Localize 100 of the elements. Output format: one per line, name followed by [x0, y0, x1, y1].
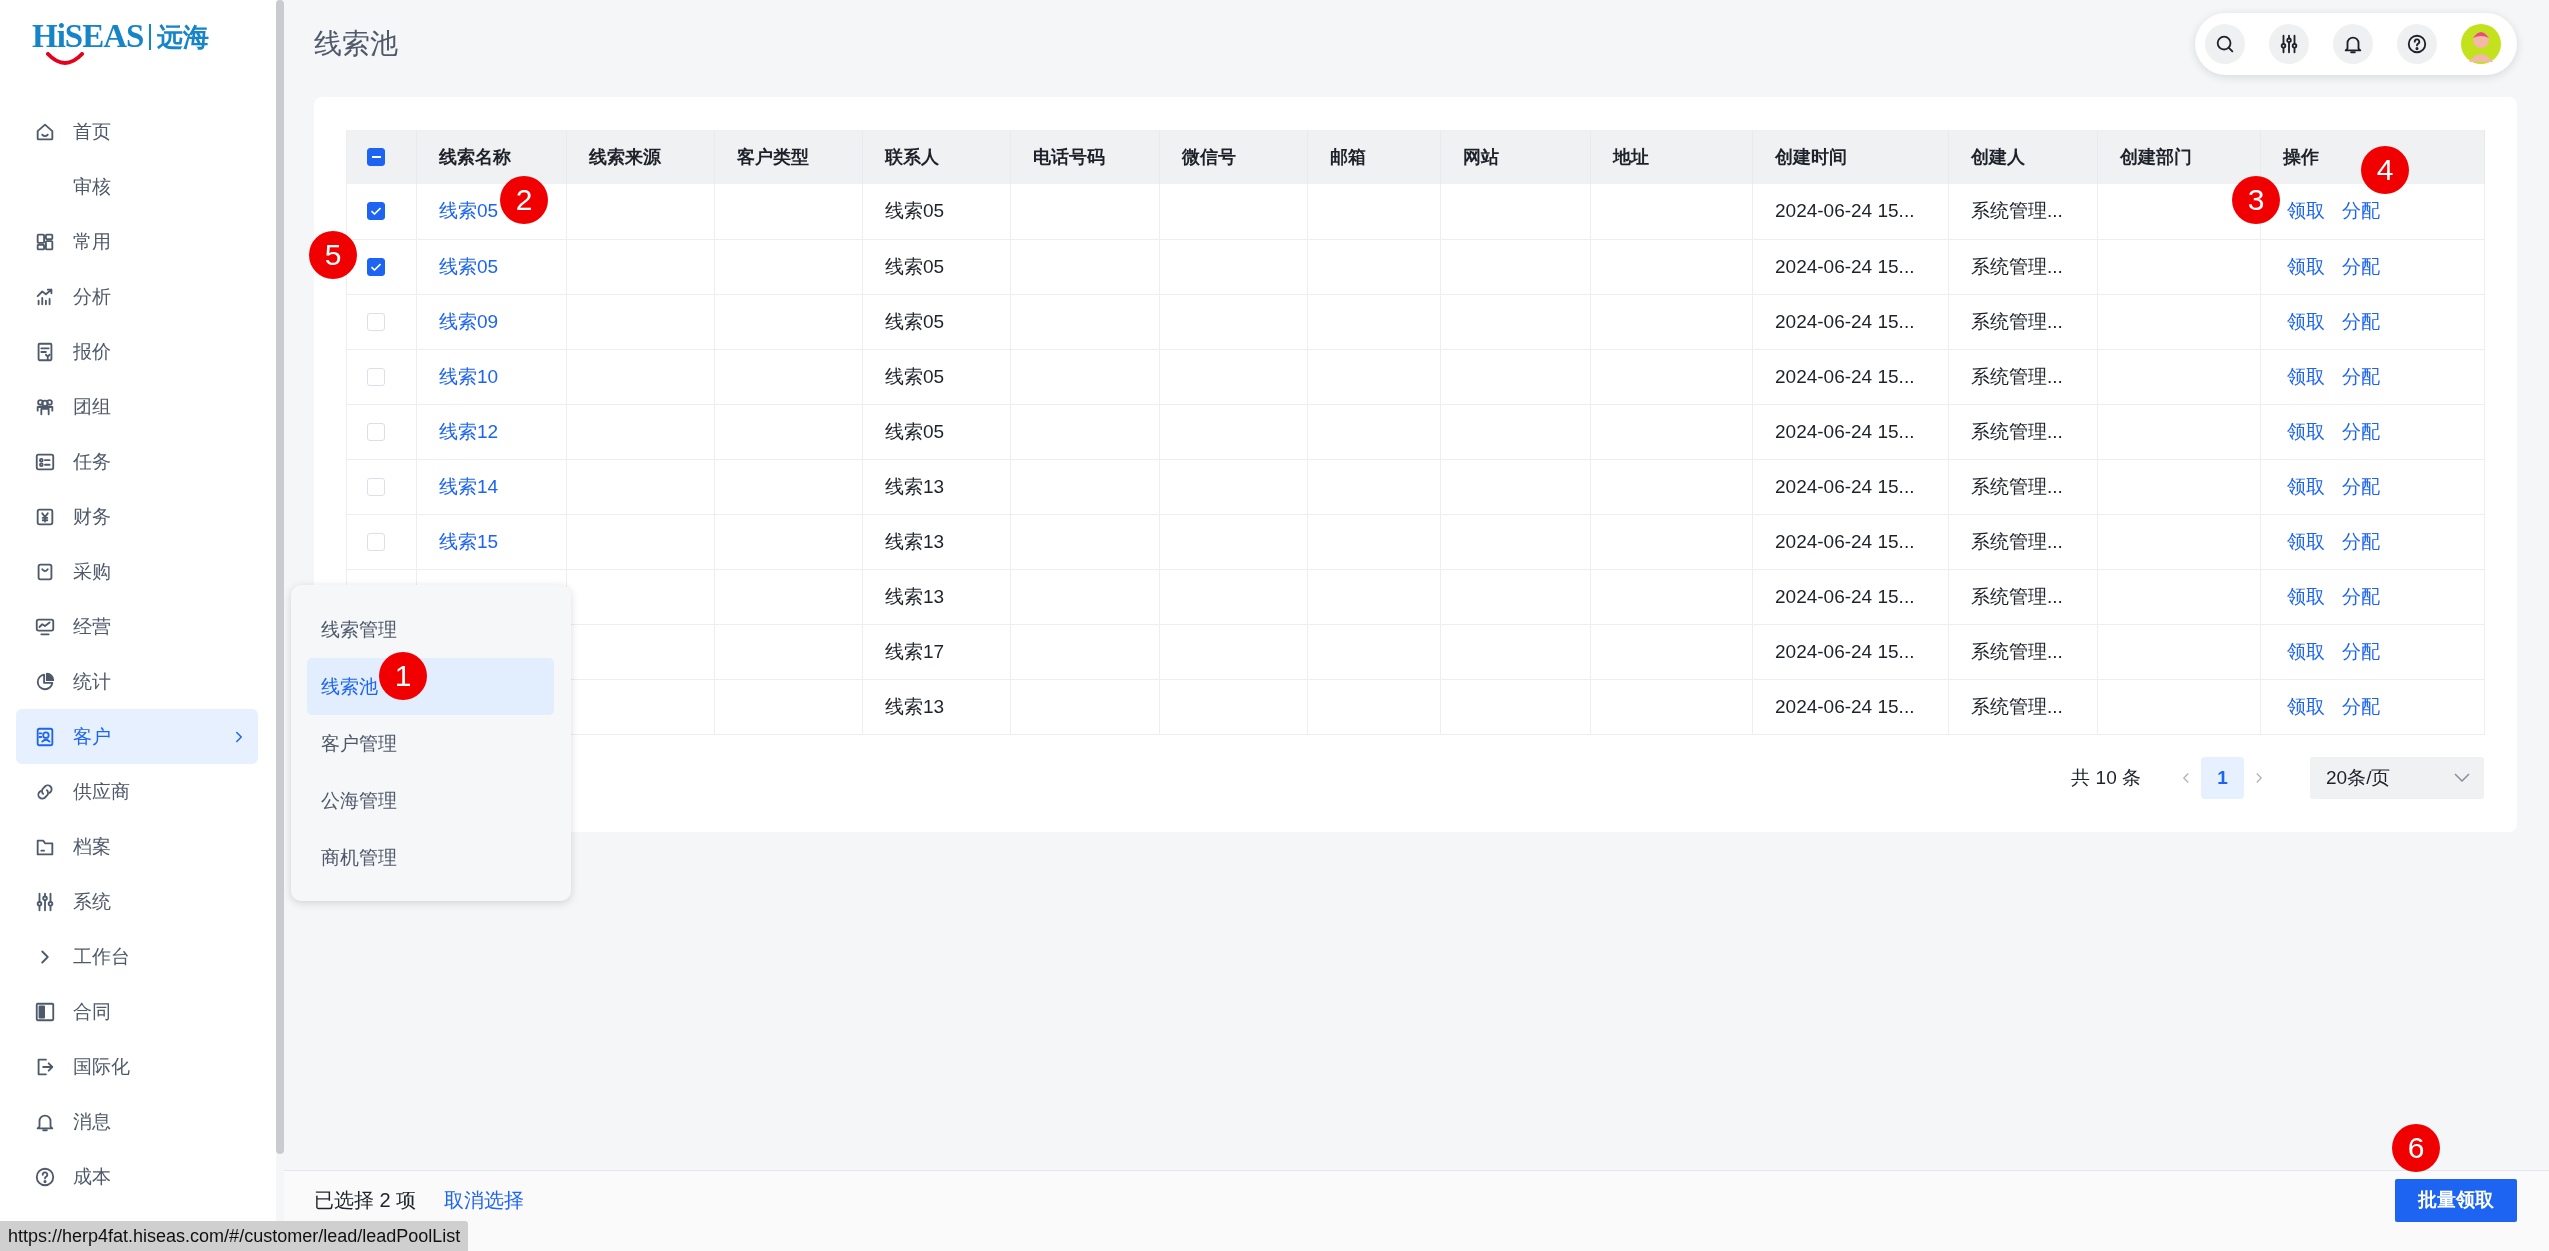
- search-button[interactable]: [2205, 24, 2245, 64]
- lead-name-link[interactable]: 线索09: [439, 310, 499, 332]
- pie-chart-icon: [34, 670, 56, 693]
- column-header: 创建人: [1948, 130, 2098, 184]
- lead-name-link[interactable]: 线索12: [439, 420, 499, 442]
- help-icon: [34, 1165, 56, 1188]
- select-all-checkbox[interactable]: [367, 148, 385, 166]
- column-header: 创建部门: [2097, 130, 2261, 184]
- sliders-icon: [2278, 33, 2300, 55]
- bell-button[interactable]: [2333, 24, 2373, 64]
- table-cell: 系统管理...: [1971, 640, 2063, 662]
- sidebar-item[interactable]: 采购: [16, 544, 258, 599]
- column-header: 邮箱: [1307, 130, 1441, 184]
- sidebar-item[interactable]: 系统: [16, 874, 258, 929]
- table-cell: 2024-06-24 15...: [1775, 530, 1915, 552]
- table-cell: 2024-06-24 15...: [1775, 475, 1915, 497]
- sidebar-item[interactable]: 成本: [16, 1149, 258, 1204]
- help-button[interactable]: [2397, 24, 2437, 64]
- sidebar-item[interactable]: 财务: [16, 489, 258, 544]
- table-cell: 系统管理...: [1971, 200, 2063, 222]
- column-header: 网站: [1440, 130, 1591, 184]
- row-action-link[interactable]: 领取: [2287, 638, 2325, 665]
- sidebar-item[interactable]: 客户: [16, 709, 258, 764]
- column-header: 客户类型: [714, 130, 863, 184]
- scrollbar[interactable]: [276, 0, 284, 1154]
- table-cell: 线索05: [885, 365, 945, 387]
- table-cell: 2024-06-24 15...: [1775, 310, 1915, 332]
- row-action-link[interactable]: 领取: [2287, 473, 2325, 500]
- sidebar-item[interactable]: 国际化: [16, 1039, 258, 1094]
- column-header: 微信号: [1159, 130, 1308, 184]
- row-action-link[interactable]: 领取: [2287, 253, 2325, 280]
- panel-icon: [34, 1000, 56, 1023]
- submenu-item[interactable]: 客户管理: [307, 715, 554, 772]
- row-action-link[interactable]: 领取: [2287, 363, 2325, 390]
- table-cell: 系统管理...: [1971, 585, 2063, 607]
- row-action-link[interactable]: 领取: [2287, 528, 2325, 555]
- smile-icon: [45, 52, 85, 66]
- lead-name-link[interactable]: 线索05: [439, 255, 499, 277]
- sidebar-item[interactable]: 统计: [16, 654, 258, 709]
- row-action-link[interactable]: 分配: [2342, 308, 2380, 335]
- sidebar-item[interactable]: 常用: [16, 214, 258, 269]
- submenu-item[interactable]: 商机管理: [307, 829, 554, 886]
- sidebar-item[interactable]: 报价: [16, 324, 258, 379]
- table-cell: 系统管理...: [1971, 530, 2063, 552]
- row-action-link[interactable]: 领取: [2287, 308, 2325, 335]
- table-cell: 系统管理...: [1971, 420, 2063, 442]
- table-cell: 系统管理...: [1971, 310, 2063, 332]
- sidebar-item[interactable]: 首页: [16, 104, 258, 159]
- lead-name-link[interactable]: 线索10: [439, 365, 499, 387]
- batch-claim-button[interactable]: 批量领取: [2395, 1178, 2517, 1222]
- row-action-link[interactable]: 分配: [2342, 418, 2380, 445]
- table-cell: 线索13: [885, 695, 945, 717]
- row-action-link[interactable]: 领取: [2287, 693, 2325, 720]
- sidebar-item[interactable]: 消息: [16, 1094, 258, 1149]
- row-checkbox[interactable]: [367, 202, 385, 221]
- row-action-link[interactable]: 分配: [2342, 198, 2380, 225]
- row-action-link[interactable]: 分配: [2342, 363, 2380, 390]
- row-action-link[interactable]: 分配: [2342, 693, 2380, 720]
- row-action-link[interactable]: 分配: [2342, 638, 2380, 665]
- sidebar-item[interactable]: 审核: [16, 159, 258, 214]
- row-action-link[interactable]: 分配: [2342, 253, 2380, 280]
- table-cell: 2024-06-24 15...: [1775, 640, 1915, 662]
- sidebar-item[interactable]: 供应商: [16, 764, 258, 819]
- column-header: 联系人: [862, 130, 1011, 184]
- lead-name-link[interactable]: 线索15: [439, 530, 499, 552]
- lead-name-link[interactable]: 线索14: [439, 475, 499, 497]
- sidebar-item[interactable]: 合同: [16, 984, 258, 1039]
- avatar[interactable]: [2461, 24, 2501, 64]
- page-button[interactable]: 1: [2201, 756, 2244, 799]
- column-header: 线索来源: [566, 130, 715, 184]
- column-header: 电话号码: [1010, 130, 1160, 184]
- row-action-link[interactable]: 分配: [2342, 528, 2380, 555]
- column-header: 地址: [1590, 130, 1753, 184]
- sidebar-item[interactable]: 团组: [16, 379, 258, 434]
- row-action-link[interactable]: 领取: [2287, 418, 2325, 445]
- sidebar-item[interactable]: 分析: [16, 269, 258, 324]
- table-cell: 线索13: [885, 585, 945, 607]
- sidebar-item[interactable]: 档案: [16, 819, 258, 874]
- table-cell: 线索13: [885, 530, 945, 552]
- sidebar-item[interactable]: 经营: [16, 599, 258, 654]
- column-header: 创建时间: [1752, 130, 1949, 184]
- row-action-link[interactable]: 领取: [2287, 583, 2325, 610]
- sidebar-item[interactable]: 工作台: [16, 929, 258, 984]
- row-action-link[interactable]: 分配: [2342, 473, 2380, 500]
- table-cell: 2024-06-24 15...: [1775, 585, 1915, 607]
- checkmark-icon: [371, 262, 381, 271]
- contact-card-icon: [34, 725, 56, 748]
- sliders-button[interactable]: [2269, 24, 2309, 64]
- table-cell: 2024-06-24 15...: [1775, 695, 1915, 717]
- chevron-down-icon: [2454, 773, 2470, 782]
- clear-selection-link[interactable]: 取消选择: [444, 1186, 525, 1214]
- lead-name-link[interactable]: 线索05: [439, 200, 499, 222]
- page-size-select[interactable]: 20条/页: [2310, 756, 2484, 799]
- submenu-item[interactable]: 公海管理: [307, 772, 554, 829]
- checkmark-icon: [371, 207, 381, 216]
- help-icon: [2406, 33, 2428, 55]
- sidebar-item[interactable]: 任务: [16, 434, 258, 489]
- row-action-link[interactable]: 分配: [2342, 583, 2380, 610]
- row-checkbox[interactable]: [367, 257, 385, 276]
- row-action-link[interactable]: 领取: [2287, 198, 2325, 225]
